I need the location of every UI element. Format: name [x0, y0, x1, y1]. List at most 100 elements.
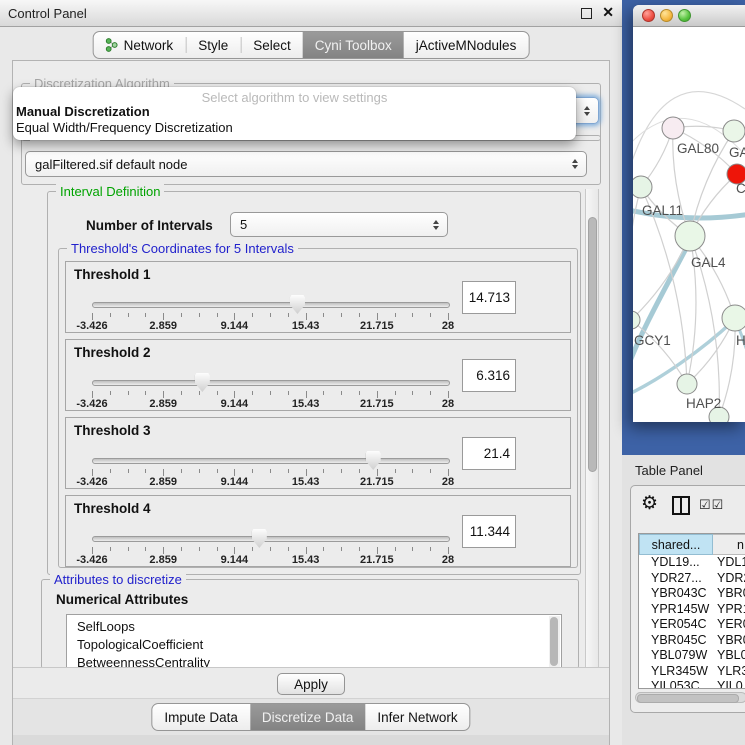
- tab-infer-network[interactable]: Infer Network: [365, 704, 469, 730]
- threshold-3-value-field[interactable]: 21.4: [462, 437, 516, 470]
- network-node-hnode[interactable]: [722, 305, 745, 331]
- slider-tick-label: 28: [442, 554, 454, 566]
- close-icon[interactable]: ✕: [602, 4, 614, 21]
- cell: YDR27...: [639, 571, 713, 587]
- slider-tick: [306, 469, 307, 476]
- threshold-2-value-field[interactable]: 6.316: [462, 359, 516, 392]
- slider-tick: [341, 313, 342, 317]
- slider-tick: [217, 469, 218, 473]
- dropdown-option-equal-width-frequency[interactable]: Equal Width/Frequency Discretization: [16, 120, 233, 135]
- list-scrollbar[interactable]: [549, 616, 560, 667]
- slider-tick-label: 21.715: [360, 554, 394, 566]
- zoom-traffic-light-icon[interactable]: [678, 9, 691, 22]
- network-graph[interactable]: GAL80GACGAL11GAL4GCY1HHAP2: [633, 27, 745, 422]
- slider-tick: [395, 547, 396, 551]
- slider-tick: [145, 313, 146, 317]
- threshold-1-slider-thumb[interactable]: [290, 295, 305, 314]
- control-panel: Control Panel ✕ Network Style Select Cyn…: [0, 0, 622, 745]
- threshold-2-slider-track[interactable]: [92, 380, 450, 386]
- apply-button[interactable]: Apply: [277, 673, 345, 695]
- cell: YBR043C: [639, 586, 713, 602]
- tab-jactivemnodules[interactable]: jActiveMNodules: [404, 32, 529, 58]
- slider-tick: [377, 469, 378, 476]
- algorithm-dropdown-popup: Select algorithm to view settings Manual…: [13, 87, 576, 140]
- table-horizontal-scrollbar[interactable]: [635, 692, 745, 703]
- tab-impute-data[interactable]: Impute Data: [152, 704, 250, 730]
- table-panel-inner: ⚙ ☑☑ shared... n YDL19...YDL1 YDR27...YD…: [630, 485, 745, 713]
- slider-tick: [234, 469, 235, 476]
- network-node-label: GCY1: [634, 333, 671, 348]
- select-columns-icon[interactable]: ☑☑: [699, 497, 724, 513]
- threshold-1-value-field[interactable]: 14.713: [462, 281, 516, 314]
- combo-arrows-icon: [584, 106, 590, 116]
- slider-tick: [341, 391, 342, 395]
- tab-discretize-data[interactable]: Discretize Data: [250, 704, 366, 730]
- table-row[interactable]: YBL079WYBL0: [639, 648, 745, 664]
- content-scrollbar[interactable]: [585, 189, 599, 667]
- tab-style[interactable]: Style: [186, 32, 240, 58]
- content-scrollbar-thumb[interactable]: [588, 217, 597, 472]
- column-header-name[interactable]: n: [713, 534, 745, 555]
- table-row[interactable]: YLR345WYLR3: [639, 664, 745, 680]
- slider-tick: [92, 469, 93, 476]
- number-of-intervals-combobox[interactable]: 5: [230, 212, 448, 237]
- minimize-traffic-light-icon[interactable]: [660, 9, 673, 22]
- network-node-gal4[interactable]: [675, 221, 705, 251]
- table-row[interactable]: YIL053CYIL0: [639, 679, 745, 689]
- column-header-shared-name[interactable]: shared...: [639, 534, 713, 555]
- threshold-2-slider-thumb[interactable]: [195, 373, 210, 392]
- table-row[interactable]: YDL19...YDL1: [639, 555, 745, 571]
- network-window-titlebar[interactable]: [633, 5, 745, 27]
- dropdown-prompt: Select algorithm to view settings: [13, 90, 576, 105]
- tab-network[interactable]: Network: [94, 32, 186, 58]
- combo-arrows-icon: [433, 220, 439, 230]
- threshold-3-slider-thumb[interactable]: [366, 451, 381, 470]
- slider-tick: [395, 469, 396, 473]
- slider-tick: [306, 391, 307, 398]
- cell: YIL0: [713, 679, 745, 689]
- table-row[interactable]: YDR27...YDR2: [639, 571, 745, 587]
- cell: YIL053C: [639, 679, 713, 689]
- threshold-2-panel: Threshold 2 6.316 -3.4262.8599.14415.432…: [65, 339, 571, 411]
- gear-icon[interactable]: ⚙: [641, 492, 658, 515]
- slider-tick: [412, 391, 413, 395]
- float-window-icon[interactable]: [581, 8, 592, 19]
- network-view-window: GAL80GACGAL11GAL4GCY1HHAP2: [633, 5, 745, 422]
- thresholds-group: Threshold's Coordinates for 5 Intervals …: [58, 248, 578, 568]
- slider-tick-label: 21.715: [360, 320, 394, 332]
- close-traffic-light-icon[interactable]: [642, 9, 655, 22]
- slider-tick: [412, 547, 413, 551]
- table-row[interactable]: YER054CYER0: [639, 617, 745, 633]
- network-node-hap2[interactable]: [677, 374, 697, 394]
- threshold-4-slider-track[interactable]: [92, 536, 450, 542]
- table-row[interactable]: YBR045CYBR0: [639, 633, 745, 649]
- table-row[interactable]: YPR145WYPR1: [639, 602, 745, 618]
- tab-select[interactable]: Select: [241, 32, 303, 58]
- numerical-attributes-list: SelfLoops TopologicalCoefficient Between…: [66, 614, 562, 669]
- slider-tick: [288, 313, 289, 317]
- table-horizontal-scrollbar-thumb[interactable]: [637, 694, 739, 703]
- tab-cyni-toolbox[interactable]: Cyni Toolbox: [303, 32, 404, 58]
- screen: Control Panel ✕ Network Style Select Cyn…: [0, 0, 745, 745]
- table-row[interactable]: YBR043CYBR0: [639, 586, 745, 602]
- slider-tick: [430, 313, 431, 317]
- thresholds-group-label: Threshold's Coordinates for 5 Intervals: [67, 241, 298, 256]
- slider-tick-label: 15.43: [292, 320, 320, 332]
- list-item[interactable]: TopologicalCoefficient: [67, 636, 561, 654]
- slider-tick: [128, 391, 129, 395]
- threshold-4-slider-thumb[interactable]: [252, 529, 267, 548]
- columns-icon[interactable]: [672, 496, 690, 515]
- list-scrollbar-thumb[interactable]: [550, 617, 558, 666]
- threshold-4-value-field[interactable]: 11.344: [462, 515, 516, 548]
- dropdown-option-manual-discretization[interactable]: Manual Discretization: [16, 104, 150, 119]
- cell: YBL0: [713, 648, 745, 664]
- slider-tick: [128, 313, 129, 317]
- threshold-1-slider-track[interactable]: [92, 302, 450, 308]
- list-item[interactable]: SelfLoops: [67, 615, 561, 636]
- table-data-combobox[interactable]: galFiltered.sif default node: [25, 151, 587, 177]
- network-node-topright[interactable]: [723, 120, 745, 142]
- network-node-gal80[interactable]: [662, 117, 684, 139]
- slider-tick: [92, 313, 93, 320]
- network-node-gal11[interactable]: [633, 176, 652, 198]
- threshold-3-slider-track[interactable]: [92, 458, 450, 464]
